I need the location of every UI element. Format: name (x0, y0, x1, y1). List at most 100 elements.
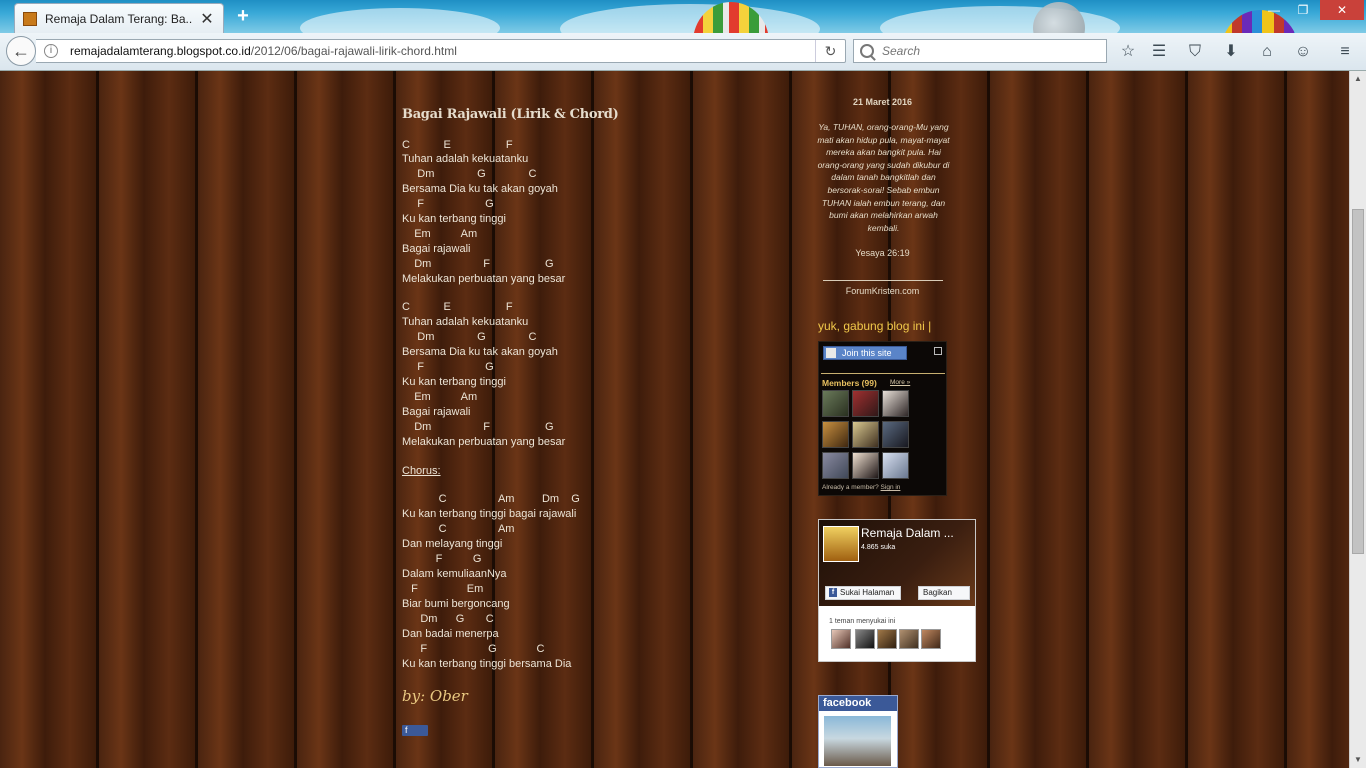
chord-line: C Am Dm G (402, 493, 580, 505)
chord-line: Em Am (402, 228, 478, 240)
post-title: Bagai Rajawali (Lirik & Chord) (402, 107, 619, 122)
more-members-link[interactable]: More » (890, 379, 910, 386)
close-tab-icon[interactable]: ✕ (199, 9, 215, 29)
share-button[interactable]: Bagikan (918, 586, 970, 600)
verse-date: 21 Maret 2016 (852, 97, 913, 107)
like-page-button[interactable]: Sukai Halaman (825, 586, 901, 600)
lyric-line: Ku kan terbang tinggi bagai rajawali (402, 508, 577, 520)
new-tab-button[interactable]: + (232, 4, 254, 28)
lyric-line: Dm G C (402, 331, 537, 343)
reload-icon[interactable]: ↻ (815, 40, 845, 62)
reading-list-icon[interactable]: ☰ (1148, 41, 1170, 63)
forumkristen-link[interactable]: ForumKristen.com (805, 286, 960, 296)
friend-avatar[interactable] (899, 629, 919, 649)
page-profile-image[interactable] (823, 526, 859, 562)
friend-avatar[interactable] (921, 629, 941, 649)
search-input[interactable] (882, 44, 1082, 58)
lyric-line: Ku kan terbang tinggi (402, 213, 506, 225)
lyric-line: Tuhan adalah kekuatanku (402, 316, 529, 328)
search-box[interactable] (853, 39, 1107, 63)
chord-line: C Am (402, 523, 515, 535)
post-column: Bagai Rajawali (Lirik & Chord) C E F Tuha… (372, 71, 792, 768)
lyric-line: Dalam kemuliaanNya (402, 568, 507, 580)
vertical-scrollbar[interactable]: ▲ ▼ (1349, 71, 1366, 768)
hamburger-menu-icon[interactable]: ≡ (1334, 41, 1356, 63)
window-minimize-button[interactable]: — (1261, 0, 1287, 20)
lyric-line: Em Am (402, 391, 478, 403)
member-avatar[interactable] (822, 390, 849, 417)
back-arrow-icon[interactable]: ← (6, 36, 36, 66)
facebook-share-button[interactable]: f (402, 725, 428, 736)
verse-reference: Yesaya 26:19 (855, 248, 910, 258)
lyric-line: Melakukan perbuatan yang besar (402, 436, 566, 448)
scroll-down-arrow-icon[interactable]: ▼ (1350, 752, 1366, 768)
hot-air-balloon-image (1220, 10, 1300, 33)
popout-icon[interactable] (934, 347, 942, 355)
lyric-line: C E F (402, 301, 513, 313)
facebook-cover-image: Remaja Dalam ... 4.865 suka Sukai Halama… (819, 520, 975, 606)
divider (823, 280, 943, 281)
daily-verse: Ya, TUHAN, orang-orang-Mu yang mati akan… (817, 122, 950, 233)
browser-titlebar: Remaja Dalam Terang: Ba... ✕ + — ❐ ✕ (0, 0, 1366, 33)
members-count: Members (99) (822, 378, 877, 388)
member-avatar[interactable] (882, 421, 909, 448)
chorus-label: Chorus: (402, 465, 441, 477)
sign-in-link[interactable]: Sign in (881, 484, 901, 491)
chord-line: Dm G C (402, 168, 537, 180)
chord-line: F G (402, 198, 494, 210)
google-friend-connect-widget: Join this site Members (99) More » Alrea… (818, 341, 947, 496)
scroll-up-arrow-icon[interactable]: ▲ (1350, 71, 1366, 87)
lyric-line: Bagai rajawali (402, 406, 471, 418)
facebook-profile-badge[interactable]: facebook (818, 695, 898, 768)
divider (821, 373, 945, 374)
bookmark-star-icon[interactable]: ☆ (1117, 41, 1139, 63)
member-avatar[interactable] (822, 421, 849, 448)
friends-like-text: 1 teman menyukai ini (829, 618, 896, 625)
friend-avatar[interactable] (877, 629, 897, 649)
window-close-button[interactable]: ✕ (1320, 0, 1364, 20)
lyric-line: Ku kan terbang tinggi bersama Dia (402, 658, 572, 670)
member-avatar[interactable] (852, 452, 879, 479)
pocket-icon[interactable]: ⛉ (1184, 41, 1206, 63)
join-blog-heading: yuk, gabung blog ini | (818, 319, 932, 333)
lyric-line: Ku kan terbang tinggi (402, 376, 506, 388)
member-avatar[interactable] (852, 390, 879, 417)
lyric-line: Dan badai menerpa (402, 628, 499, 640)
window-restore-button[interactable]: ❐ (1290, 0, 1316, 20)
chord-line: Dm F G (402, 258, 554, 270)
chord-line: F Em (402, 583, 484, 595)
smiley-icon[interactable]: ☺ (1292, 41, 1314, 63)
lyric-line: Dm F G (402, 421, 554, 433)
profile-photo (824, 716, 891, 766)
friend-avatar[interactable] (831, 629, 851, 649)
member-avatar[interactable] (882, 452, 909, 479)
url-text[interactable]: remajadalamterang.blogspot.co.id/2012/06… (70, 44, 457, 58)
member-avatar[interactable] (882, 390, 909, 417)
tab-title: Remaja Dalam Terang: Ba... (45, 11, 193, 26)
member-avatar[interactable] (822, 452, 849, 479)
scrollbar-thumb[interactable] (1352, 209, 1364, 554)
already-member-text: Already a member? Sign in (822, 484, 901, 491)
home-icon[interactable]: ⌂ (1256, 41, 1278, 63)
download-icon[interactable]: ⬇ (1220, 41, 1242, 63)
address-bar[interactable]: i remajadalamterang.blogspot.co.id/2012/… (36, 39, 846, 63)
join-this-site-button[interactable]: Join this site (823, 346, 907, 360)
lyric-line: Bersama Dia ku tak akan goyah (402, 183, 558, 195)
facebook-page-likes: 4.865 suka (861, 544, 896, 551)
chord-line: Dm G C (402, 613, 494, 625)
search-icon (860, 44, 874, 58)
info-icon[interactable]: i (44, 44, 58, 58)
browser-tab[interactable]: Remaja Dalam Terang: Ba... ✕ (14, 3, 224, 33)
facebook-page-name[interactable]: Remaja Dalam ... (861, 526, 954, 540)
blogger-favicon-icon (23, 11, 37, 26)
lyric-line: Dan melayang tinggi (402, 538, 503, 550)
post-byline: by: Ober (402, 687, 468, 705)
friend-avatar[interactable] (855, 629, 875, 649)
blog-page: Bagai Rajawali (Lirik & Chord) C E F Tuha… (0, 71, 1366, 768)
chord-line: C E F (402, 139, 513, 151)
background-cloud (300, 8, 500, 33)
lyric-line: Bagai rajawali (402, 243, 471, 255)
member-avatar[interactable] (852, 421, 879, 448)
facebook-badge-label: facebook (819, 696, 897, 711)
lyric-line: Tuhan adalah kekuatanku (402, 153, 529, 165)
